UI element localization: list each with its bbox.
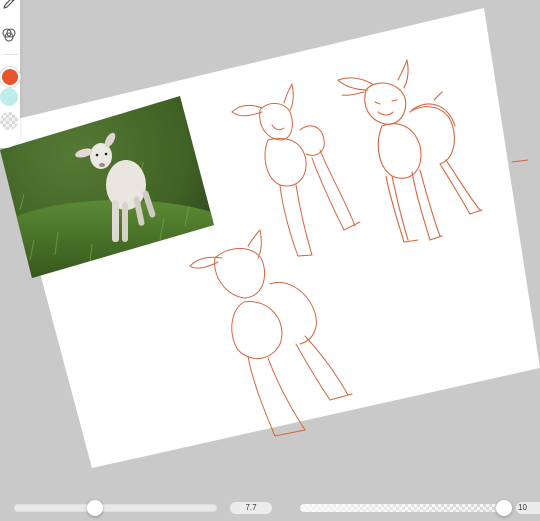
blend-icon[interactable] bbox=[0, 26, 18, 44]
primary-color-swatch[interactable] bbox=[0, 67, 20, 87]
drawing-canvas[interactable] bbox=[0, 0, 540, 521]
opacity-slider-thumb[interactable] bbox=[495, 500, 512, 516]
tool-palette bbox=[0, 0, 20, 148]
brush-size-slider[interactable] bbox=[14, 504, 217, 512]
pencil-icon[interactable] bbox=[0, 0, 18, 12]
palette-divider bbox=[2, 54, 18, 55]
transparent-color-swatch[interactable] bbox=[0, 112, 18, 130]
opacity-slider[interactable] bbox=[300, 504, 508, 512]
opacity-value[interactable]: 10 bbox=[516, 502, 540, 514]
drawing-app: 7.7 10 bbox=[0, 0, 540, 521]
brush-size-value[interactable]: 7.7 bbox=[230, 502, 272, 514]
secondary-color-swatch[interactable] bbox=[0, 88, 18, 106]
